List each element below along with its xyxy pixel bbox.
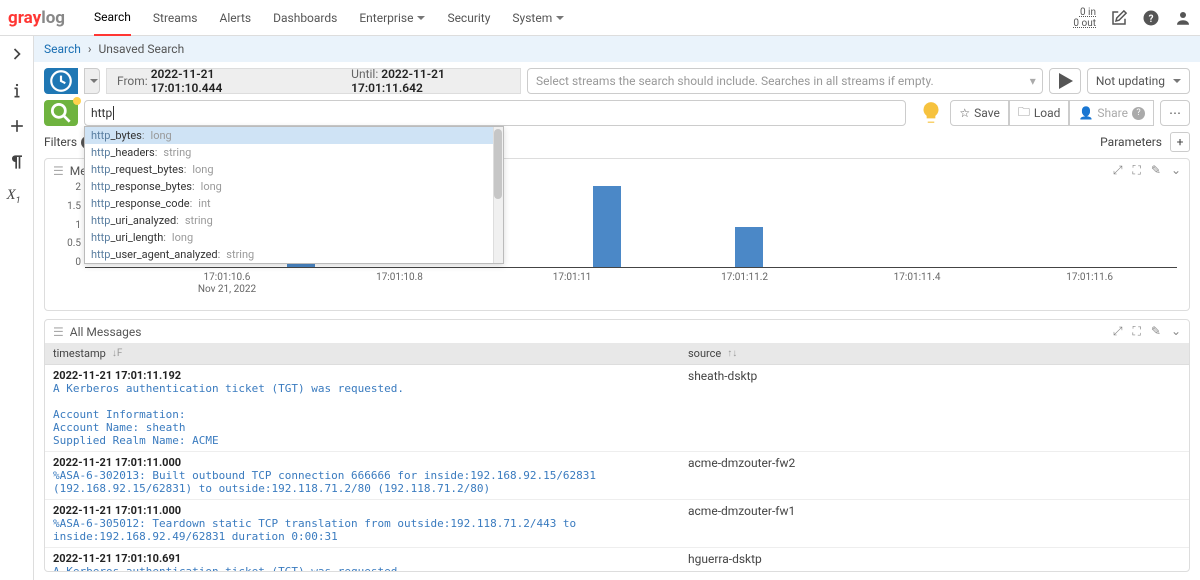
time-range-dropdown[interactable]	[84, 68, 100, 94]
suggestion-item[interactable]: http_bytes:long	[85, 127, 503, 144]
expand-icon[interactable]: ⛶	[1132, 324, 1140, 339]
breadcrumb-current: Unsaved Search	[98, 42, 184, 56]
table-row[interactable]: 2022-11-21 17:01:11.000%ASA-6-305012: Te…	[45, 500, 1189, 548]
paragraph-icon[interactable]	[7, 152, 27, 172]
chevron-down-icon: ▾	[1030, 74, 1036, 88]
sort-icon[interactable]: ↓F	[112, 348, 123, 359]
autocomplete-dropdown: http_bytes:longhttp_headers:stringhttp_r…	[84, 126, 504, 264]
filters-label: Filters	[44, 135, 77, 149]
share-button[interactable]: 👤 Share ?	[1069, 100, 1154, 126]
scrollbar[interactable]	[493, 127, 503, 263]
top-nav: graylog Search Streams Alerts Dashboards Ent…	[0, 0, 1200, 36]
edit-icon[interactable]: ✎	[1151, 324, 1161, 339]
nav-dashboards[interactable]: Dashboards	[273, 1, 337, 35]
edit-icon[interactable]	[1110, 9, 1128, 27]
sort-icon[interactable]: ↑↓	[727, 348, 737, 359]
save-button[interactable]: ☆ Save	[950, 100, 1008, 126]
drag-handle-icon[interactable]: ☰	[53, 164, 64, 178]
table-row[interactable]: 2022-11-21 17:01:11.000%ASA-6-302013: Bu…	[45, 452, 1189, 500]
nav-security[interactable]: Security	[447, 1, 490, 35]
throughput-stats: 0 in 0 out	[1073, 7, 1096, 29]
time-range-display[interactable]: From: 2022-11-21 17:01:10.444 Until: 202…	[106, 68, 521, 94]
plus-icon[interactable]	[7, 116, 27, 136]
user-icon[interactable]	[1174, 9, 1192, 27]
svg-text:?: ?	[1149, 13, 1154, 24]
suggestion-item[interactable]: http_request_bytes:long	[85, 161, 503, 178]
nav-streams[interactable]: Streams	[153, 1, 198, 35]
table-row[interactable]: 2022-11-21 17:01:11.192A Kerberos authen…	[45, 365, 1189, 452]
chevron-down-icon[interactable]: ⌄	[1171, 324, 1181, 339]
col-timestamp[interactable]: timestamp	[53, 347, 106, 360]
play-button[interactable]	[1049, 68, 1081, 94]
breadcrumb: Search › Unsaved Search	[34, 36, 1200, 62]
suggestion-item[interactable]: http_response_code:int	[85, 195, 503, 212]
streams-select[interactable]: Select streams the search should include…	[527, 68, 1043, 94]
info-icon[interactable]	[7, 80, 27, 100]
nav-alerts[interactable]: Alerts	[220, 1, 252, 35]
table-row[interactable]: 2022-11-21 17:01:10.691A Kerberos authen…	[45, 548, 1189, 571]
focus-icon[interactable]: ⤢	[1113, 324, 1123, 339]
suggestion-item[interactable]: http_headers:string	[85, 144, 503, 161]
panel-title: All Messages	[70, 325, 142, 339]
load-button[interactable]: 🗀 Load	[1009, 100, 1070, 126]
chevron-down-icon[interactable]: ⌄	[1171, 163, 1181, 178]
nav-search[interactable]: Search	[94, 0, 131, 36]
chart-bar[interactable]	[735, 227, 763, 268]
all-messages-panel: ☰ All Messages ⤢ ⛶ ✎ ⌄ timestamp ↓F sour…	[44, 319, 1190, 572]
time-range-button[interactable]	[44, 68, 78, 94]
chart-bar[interactable]	[593, 186, 621, 267]
help-icon[interactable]: ?	[1142, 9, 1160, 27]
logo: graylog	[8, 8, 65, 28]
breadcrumb-root[interactable]: Search	[44, 42, 81, 56]
more-button[interactable]: ⋯	[1160, 100, 1190, 126]
nav-system[interactable]: System	[512, 1, 564, 35]
suggestion-item[interactable]: http_uri_analyzed:string	[85, 212, 503, 229]
side-rail: X1	[0, 36, 34, 580]
table-header: timestamp ↓F source ↑↓	[45, 343, 1189, 365]
suggestion-item[interactable]: http_user_agent_analyzed:string	[85, 246, 503, 263]
add-parameter-button[interactable]: +	[1170, 132, 1190, 152]
suggestion-item[interactable]: http_uri_length:long	[85, 229, 503, 246]
variable-icon[interactable]: X1	[7, 188, 27, 208]
drag-handle-icon[interactable]: ☰	[53, 325, 64, 339]
col-source[interactable]: source	[688, 347, 721, 360]
chevron-right-icon[interactable]	[7, 44, 27, 64]
search-button[interactable]	[44, 100, 78, 126]
update-mode-button[interactable]: Not updating	[1087, 68, 1190, 94]
focus-icon[interactable]: ⤢	[1113, 163, 1123, 178]
nav-enterprise[interactable]: Enterprise	[359, 1, 425, 35]
search-input[interactable]: http	[84, 100, 906, 126]
edit-icon[interactable]: ✎	[1151, 163, 1161, 178]
parameters-label: Parameters	[1100, 135, 1162, 149]
suggestion-item[interactable]: http_response_bytes:long	[85, 178, 503, 195]
expand-icon[interactable]: ⛶	[1132, 163, 1140, 178]
bulb-icon[interactable]	[918, 100, 944, 126]
